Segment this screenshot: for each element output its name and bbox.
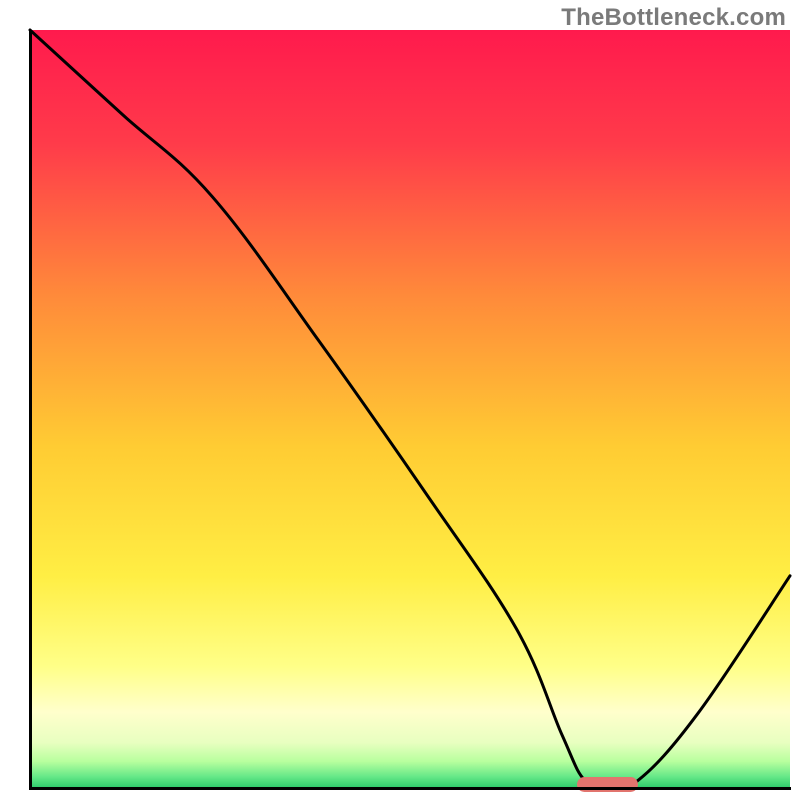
chart-stage: TheBottleneck.com — [0, 0, 800, 800]
axis-left — [29, 30, 32, 788]
axis-bottom — [29, 787, 791, 790]
bottleneck-curve — [30, 30, 790, 787]
watermark-text: TheBottleneck.com — [561, 4, 786, 32]
curve-layer — [0, 0, 800, 800]
